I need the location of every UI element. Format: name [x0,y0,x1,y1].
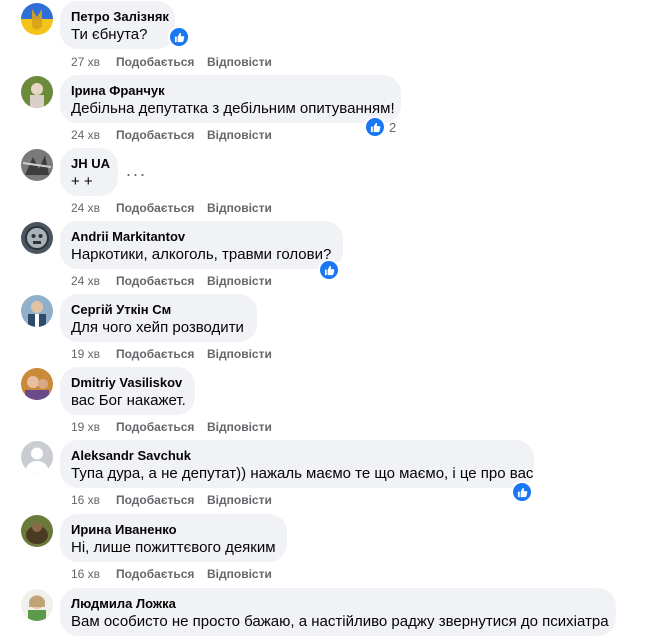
reaction-summary[interactable] [318,259,340,281]
reaction-summary[interactable] [511,481,533,503]
comment-author[interactable]: JH UA [71,156,110,172]
reaction-count: 2 [389,119,397,135]
reply-link[interactable]: Відповісти [207,200,272,216]
comment-bubble: Ірина Франчук Дебільна депутатка з дебіл… [60,75,401,123]
comment-time[interactable]: 24 хв [71,127,116,143]
comment-actions: 16 хв Подобається Відповісти [71,492,272,508]
comment-time[interactable]: 27 хв [71,54,116,70]
like-link[interactable]: Подобається [116,419,207,435]
comment-time[interactable]: 19 хв [71,419,116,435]
comment-text: вас Бог накажет. [71,392,186,409]
more-options-icon[interactable]: ··· [121,159,151,189]
like-link[interactable]: Подобається [116,346,207,362]
avatar-image-icon [21,368,53,400]
like-thumb-icon [168,26,190,48]
comment-author[interactable]: Сергій Уткін См [71,302,245,318]
comment-text: Ти єбнута? [71,26,148,43]
comment-text: + + [71,173,93,190]
comment-bubble: Aleksandr Savchuk Тупа дура, а не депута… [60,440,534,488]
comment-bubble: Dmitriy Vasiliskov вас Бог накажет. [60,367,195,415]
comment-bubble: JH UA + + [60,148,118,196]
avatar-image-icon [21,76,53,108]
avatar[interactable] [21,149,53,181]
comment-bubble: Сергій Уткін См Для чого хейп розводити [60,294,257,342]
like-link[interactable]: Подобається [116,273,207,289]
comment-text: Тупа дура, а не депутат)) нажаль маємо т… [71,465,534,482]
avatar[interactable] [21,515,53,547]
avatar[interactable] [21,589,53,621]
reaction-summary[interactable]: 2 [364,116,396,138]
comment-time[interactable]: 19 хв [71,346,116,362]
like-link[interactable]: Подобається [116,200,207,216]
comment-bubble: Ирина Иваненко Ні, лише пожиттєвого деяк… [60,514,287,562]
like-thumb-icon [318,259,340,281]
reply-link[interactable]: Відповісти [207,566,272,582]
comment-actions: 27 хв Подобається Відповісти [71,54,272,70]
comment-author[interactable]: Людмила Ложка [71,596,604,612]
reply-link[interactable]: Відповісти [207,54,272,70]
like-link[interactable]: Подобається [116,566,207,582]
avatar[interactable] [21,295,53,327]
comment-time[interactable]: 24 хв [71,200,116,216]
reply-link[interactable]: Відповісти [207,492,272,508]
like-thumb-icon [511,481,533,503]
comment-text: Дебільна депутатка з дебільним опитуванн… [71,100,395,117]
like-link[interactable]: Подобається [116,492,207,508]
avatar-image-icon [21,149,53,181]
comment-text: Ні, лише пожиттєвого деяким [71,539,276,556]
comment-actions: 24 хв Подобається Відповісти [71,127,272,143]
comment-text: Вам особисто не просто бажаю, а настійли… [71,613,609,630]
reply-link[interactable]: Відповісти [207,419,272,435]
comment-author[interactable]: Andrii Markitantov [71,229,331,245]
avatar[interactable] [21,222,53,254]
avatar-image-icon [21,589,53,621]
avatar[interactable] [21,3,53,35]
comment-text: Для чого хейп розводити [71,319,244,336]
avatar[interactable] [21,441,53,473]
comment-author[interactable]: Dmitriy Vasiliskov [71,375,183,391]
comment-text: Наркотики, алкоголь, травми голови? [71,246,332,263]
comment-actions: 19 хв Подобається Відповісти [71,346,272,362]
comment-actions: 19 хв Подобається Відповісти [71,419,272,435]
comment-bubble: Andrii Markitantov Наркотики, алкоголь, … [60,221,343,269]
like-thumb-icon [364,116,386,138]
comment-actions: 24 хв Подобається Відповісти [71,273,272,289]
avatar-image-icon [21,222,53,254]
avatar[interactable] [21,76,53,108]
comment-time[interactable]: 16 хв [71,566,116,582]
reply-link[interactable]: Відповісти [207,346,272,362]
reaction-summary[interactable] [168,26,190,48]
comment-bubble: Людмила Ложка Вам особисто не просто баж… [60,588,616,636]
avatar-image-icon [21,515,53,547]
comment-author[interactable]: Ірина Франчук [71,83,389,99]
comment-actions: 24 хв Подобається Відповісти [71,200,272,216]
like-link[interactable]: Подобається [116,54,207,70]
comment-bubble: Петро Залізняк Ти єбнута? [60,1,175,49]
comment-author[interactable]: Ирина Иваненко [71,522,275,538]
reply-link[interactable]: Відповісти [207,273,272,289]
avatar-image-icon [21,295,53,327]
comment-actions: 16 хв Подобається Відповісти [71,566,272,582]
comment-author[interactable]: Петро Залізняк [71,9,169,25]
default-avatar-icon [21,441,53,473]
avatar-image-icon [21,3,53,35]
reply-link[interactable]: Відповісти [207,127,272,143]
comment-author[interactable]: Aleksandr Savchuk [71,448,522,464]
avatar[interactable] [21,368,53,400]
comment-time[interactable]: 24 хв [71,273,116,289]
comment-time[interactable]: 16 хв [71,492,116,508]
like-link[interactable]: Подобається [116,127,207,143]
